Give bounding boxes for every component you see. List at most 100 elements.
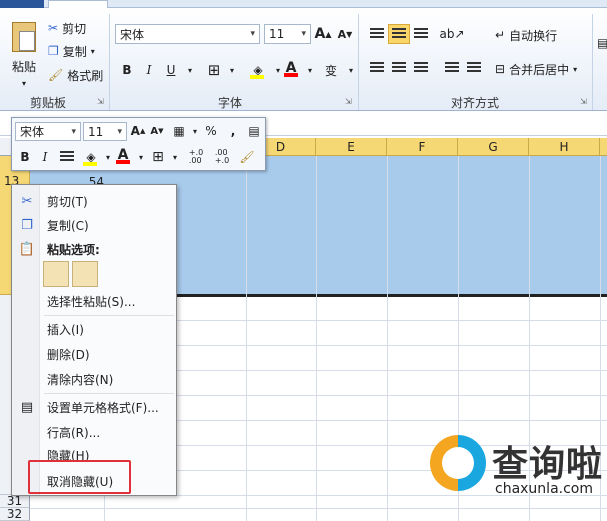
- chevron-down-icon[interactable]: ▾: [300, 60, 320, 80]
- mini-font-name-value: 宋体: [20, 125, 45, 139]
- fill-color-swatch: [83, 162, 97, 166]
- grow-font-button[interactable]: A ▲: [313, 24, 333, 44]
- merge-center-label: 合并后居中: [509, 62, 570, 77]
- mini-format-painter-button[interactable]: 🖌: [237, 147, 257, 167]
- align-middle-button[interactable]: [388, 24, 410, 44]
- mini-shrink-font-button[interactable]: A ▼: [147, 121, 167, 141]
- menu-item-clear-contents[interactable]: 清除内容(N): [12, 367, 176, 391]
- mini-increase-decimal-button[interactable]: +.0 .00: [183, 147, 209, 167]
- mini-center-button[interactable]: [57, 147, 77, 167]
- copy-label: 复制: [62, 44, 87, 59]
- grid-line: [246, 156, 247, 521]
- menu-item-label: 选择性粘贴(S)...: [47, 294, 136, 309]
- italic-icon: I: [146, 63, 152, 77]
- merge-center-button[interactable]: ⊟ 合并后居中 ▾: [495, 59, 577, 79]
- menu-separator: [44, 393, 174, 394]
- column-header-f[interactable]: F: [387, 138, 458, 156]
- shrink-font-icon: A: [337, 27, 347, 41]
- tab-file[interactable]: [0, 0, 44, 8]
- phonetic-button[interactable]: 变: [321, 60, 341, 80]
- decrease-indent-button[interactable]: [441, 58, 463, 78]
- paste-values-icon[interactable]: [72, 261, 98, 287]
- align-bottom-button[interactable]: [410, 24, 432, 44]
- row-header-32[interactable]: 32: [0, 508, 30, 521]
- context-menu: ✂ 剪切(T) ❐ 复制(C) 📋 粘贴选项: 选择性粘贴(S)... 插入(I…: [11, 184, 177, 496]
- align-center-button[interactable]: [388, 58, 410, 78]
- bold-button[interactable]: B: [117, 60, 137, 80]
- watermark-subtitle: chaxunla.com: [495, 481, 593, 497]
- wrap-text-button[interactable]: ↵ 自动换行: [495, 25, 557, 45]
- menu-item-label: 清除内容(N): [47, 372, 114, 387]
- align-center-icon: [60, 151, 74, 163]
- align-middle-icon: [392, 28, 406, 40]
- fill-color-swatch: [250, 75, 264, 79]
- mini-format-cells-icon[interactable]: ▤: [244, 121, 264, 141]
- copy-button[interactable]: ❐ 复制 ▾: [48, 41, 95, 61]
- menu-item-paste-options: 📋 粘贴选项:: [12, 237, 176, 261]
- mini-italic-button[interactable]: I: [35, 147, 55, 167]
- bold-icon: B: [122, 63, 132, 77]
- font-color-swatch: [116, 160, 130, 164]
- mini-font-name-combo[interactable]: 宋体 ▾: [15, 122, 81, 141]
- dialog-launcher-icon[interactable]: ⇲: [580, 97, 587, 106]
- menu-item-paste-special[interactable]: 选择性粘贴(S)...: [12, 289, 176, 313]
- align-left-icon: [370, 62, 384, 74]
- number-format-icon[interactable]: ▤: [597, 33, 607, 53]
- grid-line: [387, 156, 388, 521]
- chevron-down-icon: ▾: [250, 29, 255, 39]
- cut-button[interactable]: ✂ 剪切: [48, 18, 86, 38]
- chevron-down-icon[interactable]: ▾: [222, 60, 242, 80]
- dialog-launcher-icon[interactable]: ⇲: [97, 97, 104, 106]
- underline-button[interactable]: U: [161, 60, 181, 80]
- menu-item-insert[interactable]: 插入(I): [12, 317, 176, 341]
- menu-item-cut[interactable]: ✂ 剪切(T): [12, 189, 176, 213]
- highlight-annotation: [28, 460, 131, 494]
- format-painter-button[interactable]: 🖌 格式刷: [48, 65, 103, 85]
- orientation-icon: ab↗: [439, 27, 465, 41]
- borders-button[interactable]: ⊞: [204, 60, 224, 80]
- paste-button[interactable]: 粘贴 ▾: [6, 18, 42, 92]
- group-divider: [592, 14, 593, 110]
- shrink-font-button[interactable]: A ▼: [335, 24, 355, 44]
- column-header-h[interactable]: H: [529, 138, 600, 156]
- menu-item-delete[interactable]: 删除(D): [12, 342, 176, 366]
- font-name-combo[interactable]: 宋体 ▾: [115, 24, 260, 44]
- align-top-icon: [370, 28, 384, 40]
- mini-font-size-combo[interactable]: 11 ▾: [83, 122, 127, 141]
- column-header-i[interactable]: [600, 138, 607, 156]
- font-size-combo[interactable]: 11 ▾: [264, 24, 311, 44]
- mini-decrease-decimal-button[interactable]: .00 +.0: [209, 147, 235, 167]
- mini-comma-button[interactable]: ,: [223, 121, 243, 141]
- scissors-icon: ✂: [48, 21, 59, 35]
- dialog-launcher-icon[interactable]: ⇲: [345, 97, 352, 106]
- paste-icon: [12, 22, 36, 52]
- paste-dropdown-icon[interactable]: ▾: [22, 79, 26, 88]
- menu-item-format-cells[interactable]: ▤ 设置单元格格式(F)...: [12, 395, 176, 419]
- orientation-button[interactable]: ab↗: [439, 24, 465, 44]
- paste-icon: 📋: [18, 241, 36, 257]
- fill-color-button[interactable]: ◈: [248, 60, 268, 80]
- menu-item-row-height[interactable]: 行高(R)...: [12, 420, 176, 444]
- mini-bold-button[interactable]: B: [15, 147, 35, 167]
- column-header-e[interactable]: E: [316, 138, 387, 156]
- align-top-button[interactable]: [366, 24, 388, 44]
- font-color-button[interactable]: A: [281, 58, 301, 78]
- mini-percent-button[interactable]: %: [201, 121, 221, 141]
- paste-option-icon[interactable]: [43, 261, 69, 287]
- italic-button[interactable]: I: [139, 60, 159, 80]
- tab-home[interactable]: [48, 0, 108, 8]
- increase-indent-button[interactable]: [463, 58, 485, 78]
- group-divider: [358, 14, 359, 110]
- menu-item-copy[interactable]: ❐ 复制(C): [12, 213, 176, 237]
- chevron-down-icon[interactable]: ▾: [180, 60, 200, 80]
- align-left-button[interactable]: [366, 58, 388, 78]
- mini-toolbar: 宋体 ▾ 11 ▾ A ▲ A ▼ ▦ ▾ % , ▤ B I ◈ ▾ A ▾ ⊞ …: [11, 117, 266, 171]
- align-right-button[interactable]: [410, 58, 432, 78]
- chevron-down-icon: ▾: [117, 126, 122, 137]
- mini-font-color-button[interactable]: A: [113, 145, 133, 165]
- mini-grow-font-button[interactable]: A ▲: [128, 121, 148, 141]
- chevron-down-icon[interactable]: ▾: [165, 147, 185, 167]
- italic-icon: I: [42, 150, 48, 164]
- column-header-g[interactable]: G: [458, 138, 529, 156]
- phonetic-icon: 变: [324, 63, 337, 78]
